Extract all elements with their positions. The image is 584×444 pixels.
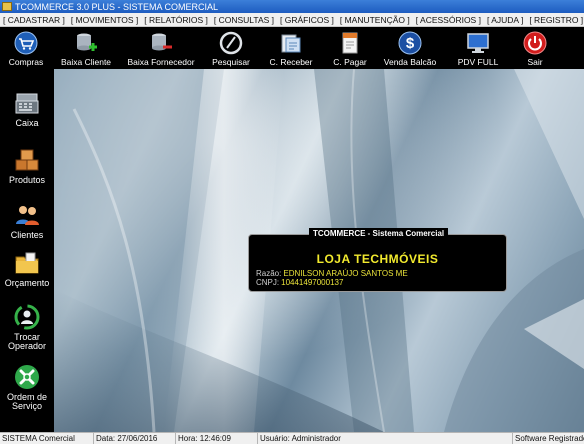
pdv-full-button[interactable]: PDV FULL	[442, 27, 514, 69]
sidebar-item-trocar-operador[interactable]: Trocar Operador	[0, 303, 54, 352]
svg-text:$: $	[406, 35, 415, 52]
dollar-icon: $	[398, 31, 422, 55]
pesquisar-button[interactable]: Pesquisar	[202, 27, 260, 69]
sidebar-item-clientes-label: Clientes	[10, 230, 44, 240]
sidebar-item-ordem-de-servico[interactable]: Ordem de Serviço	[0, 363, 54, 412]
menu-acessorios[interactable]: [ ACESSÓRIOS ]	[416, 15, 481, 25]
window-title: TCOMMERCE 3.0 PLUS - SISTEMA COMERCIAL	[15, 1, 219, 12]
venda-balcao-label: Venda Balcão	[383, 57, 437, 67]
sair-button[interactable]: Sair	[514, 27, 556, 69]
baixa-cliente-button[interactable]: Baixa Cliente	[52, 27, 120, 69]
pesquisar-label: Pesquisar	[212, 57, 250, 67]
cnpj-row: CNPJ: 10441497000137	[256, 278, 343, 287]
compras-label: Compras	[8, 57, 44, 67]
window-titlebar: TCOMMERCE 3.0 PLUS - SISTEMA COMERCIAL	[0, 0, 584, 13]
power-icon	[523, 31, 547, 55]
menu-relatorios[interactable]: [ RELATÓRIOS ]	[144, 15, 208, 25]
database-add-icon	[74, 31, 98, 55]
baixa-cliente-label: Baixa Cliente	[60, 57, 112, 67]
c-pagar-button[interactable]: C. Pagar	[322, 27, 378, 69]
status-system: SISTEMA Comercial	[0, 433, 94, 444]
database-remove-icon	[149, 31, 173, 55]
app-icon	[2, 2, 12, 11]
sidebar-item-orcamento-label: Orçamento	[4, 278, 50, 288]
sidebar-item-ordem-de-servico-label: Ordem de Serviço	[6, 392, 48, 412]
menu-ajuda[interactable]: [ AJUDA ]	[487, 15, 523, 25]
pay-document-icon	[338, 31, 362, 55]
monitor-icon	[466, 31, 490, 55]
status-date: Data: 27/06/2016	[94, 433, 176, 444]
baixa-fornecedor-button[interactable]: Baixa Fornecedor	[120, 27, 202, 69]
info-panel-title: TCOMMERCE - Sistema Comercial	[309, 228, 449, 239]
recycle-user-icon	[13, 303, 41, 331]
razao-row: Razão: EDNILSON ARAÚJO SANTOS ME	[256, 269, 408, 278]
cash-register-icon	[13, 89, 41, 117]
receive-icon	[279, 31, 303, 55]
sidebar-item-orcamento[interactable]: Orçamento	[0, 249, 54, 288]
cart-icon	[14, 31, 38, 55]
cnpj-label: CNPJ:	[256, 278, 280, 287]
search-icon	[219, 31, 243, 55]
menu-graficos[interactable]: [ GRÁFICOS ]	[280, 15, 334, 25]
status-registration: Software Registrado	[515, 434, 584, 443]
sidebar-item-clientes[interactable]: Clientes	[0, 201, 54, 240]
sair-label: Sair	[527, 57, 543, 67]
menu-registro[interactable]: [ REGISTRO ]	[529, 15, 583, 25]
c-receber-label: C. Receber	[269, 57, 313, 67]
baixa-fornecedor-label: Baixa Fornecedor	[127, 57, 195, 67]
sidebar: Caixa Produtos Clientes Orçamento Trocar…	[0, 69, 54, 432]
store-name: LOJA TECHMÓVEIS	[316, 252, 439, 266]
cnpj-value: 10441497000137	[281, 278, 344, 287]
menu-movimentos[interactable]: [ MOVIMENTOS ]	[71, 15, 138, 25]
menu-cadastrar[interactable]: [ CADASTRAR ]	[3, 15, 65, 25]
razao-value: EDNILSON ARAÚJO SANTOS ME	[283, 269, 408, 278]
sidebar-item-caixa[interactable]: Caixa	[0, 89, 54, 128]
status-time: Hora: 12:46:09	[176, 433, 258, 444]
users-icon	[13, 201, 41, 229]
venda-balcao-button[interactable]: $ Venda Balcão	[378, 27, 442, 69]
sidebar-item-produtos[interactable]: Produtos	[0, 146, 54, 185]
folder-icon	[13, 249, 41, 277]
razao-label: Razão:	[256, 269, 282, 278]
tools-icon	[13, 363, 41, 391]
status-user: Usuário: Administrador	[258, 433, 513, 444]
sidebar-item-produtos-label: Produtos	[8, 175, 46, 185]
sidebar-item-caixa-label: Caixa	[15, 118, 39, 128]
sidebar-item-trocar-operador-label: Trocar Operador	[7, 332, 47, 352]
menu-manutencao[interactable]: [ MANUTENÇÃO ]	[340, 15, 410, 25]
toolbar: Compras Baixa Cliente Baixa Fornecedor P…	[0, 27, 584, 69]
pdv-full-label: PDV FULL	[457, 57, 499, 67]
c-pagar-label: C. Pagar	[333, 57, 367, 67]
compras-button[interactable]: Compras	[0, 27, 52, 69]
status-bar: SISTEMA Comercial Data: 27/06/2016 Hora:…	[0, 432, 584, 444]
boxes-icon	[13, 146, 41, 174]
menu-consultas[interactable]: [ CONSULTAS ]	[214, 15, 274, 25]
menu-bar: [ CADASTRAR ] [ MOVIMENTOS ] [ RELATÓRIO…	[0, 13, 584, 27]
c-receber-button[interactable]: C. Receber	[260, 27, 322, 69]
